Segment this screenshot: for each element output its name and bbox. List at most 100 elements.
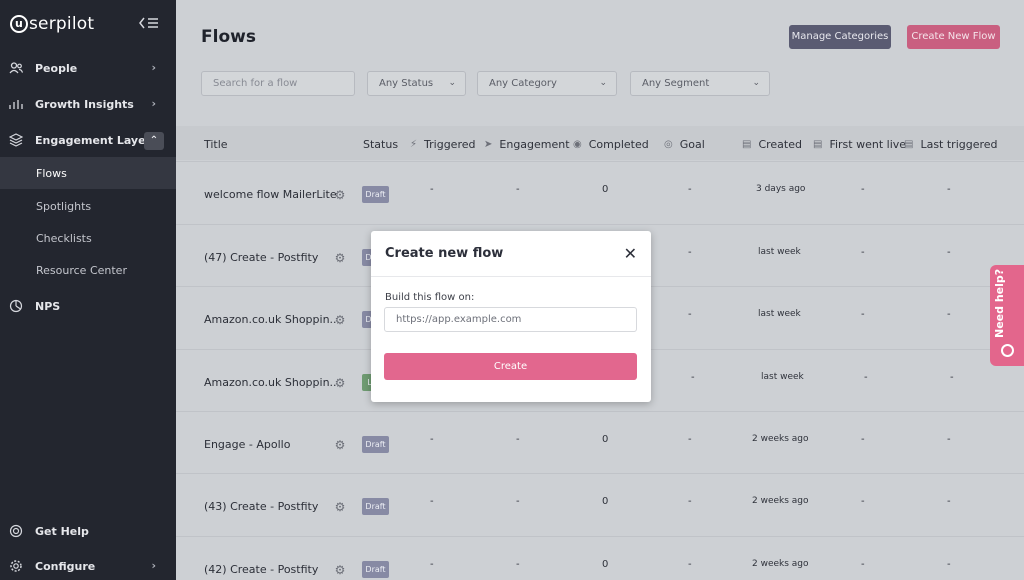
created-value: last week — [761, 372, 804, 382]
gear-icon[interactable]: ⚙ — [333, 313, 347, 327]
column-label: Created — [758, 138, 802, 151]
gear-icon[interactable]: ⚙ — [333, 376, 347, 390]
gear-icon[interactable]: ⚙ — [333, 438, 347, 452]
gear-icon[interactable]: ⚙ — [333, 500, 347, 514]
sidebar-item-label: Get Help — [35, 524, 89, 538]
flow-title[interactable]: (47) Create - Postfity — [204, 251, 318, 264]
calendar-icon: ▤ — [742, 139, 752, 150]
sidebar-item-nps[interactable]: NPS — [0, 289, 176, 323]
create-button[interactable]: Create — [384, 353, 637, 380]
calendar-icon: ▤ — [904, 139, 914, 150]
flow-title[interactable]: (43) Create - Postfity — [204, 500, 318, 513]
sidebar-item-get-help[interactable]: Get Help — [0, 514, 176, 548]
completed-value: 0 — [602, 434, 609, 445]
need-help-tab[interactable]: Need help? — [990, 265, 1024, 366]
target-icon: ◎ — [664, 139, 673, 150]
column-title[interactable]: Title — [204, 138, 228, 151]
create-new-flow-button[interactable]: Create New Flow — [907, 25, 1000, 49]
column-first-went-live[interactable]: ▤ First went live — [813, 138, 906, 151]
sidebar-item-flows[interactable]: Flows — [0, 157, 176, 189]
column-triggered[interactable]: ⚡ Triggered — [410, 138, 475, 151]
calendar-icon: ▤ — [813, 139, 823, 150]
last-triggered-value: - — [947, 434, 951, 445]
status-filter-value: Any Status — [379, 78, 434, 89]
last-triggered-value: - — [947, 496, 951, 507]
search-input[interactable]: Search for a flow — [201, 71, 355, 96]
status-filter-dropdown[interactable]: Any Status ⌄ — [367, 71, 466, 96]
page-title: Flows — [201, 27, 256, 47]
column-label: Triggered — [424, 138, 476, 151]
sidebar-item-label: People — [35, 61, 78, 75]
column-created[interactable]: ▤ Created — [742, 138, 802, 151]
sidebar-item-people[interactable]: People › — [0, 51, 176, 85]
flow-title[interactable]: Amazon.co.uk Shoppin... — [204, 313, 340, 326]
status-badge: Draft — [362, 498, 389, 515]
column-label: Goal — [679, 138, 705, 151]
sidebar-item-label: NPS — [35, 299, 61, 313]
table-row[interactable]: (42) Create - Postfity ⚙ Draft - - 0 - 2… — [176, 536, 1024, 580]
build-on-label: Build this flow on: — [385, 292, 475, 303]
userpilot-logo[interactable]: u serpilot — [10, 14, 94, 34]
triggered-value: - — [430, 496, 434, 507]
last-triggered-value: - — [950, 372, 954, 383]
people-icon — [8, 60, 24, 76]
gear-icon[interactable]: ⚙ — [333, 563, 347, 577]
sidebar-item-checklists[interactable]: Checklists — [0, 222, 176, 254]
created-value: 2 weeks ago — [752, 559, 809, 569]
completed-value: 0 — [602, 559, 609, 570]
completed-value: 0 — [602, 496, 609, 507]
flow-title[interactable]: welcome flow MailerLite — [204, 188, 337, 201]
close-icon[interactable]: ✕ — [624, 244, 637, 263]
sidebar-item-engagement-layer[interactable]: Engagement Layer ⌃ — [0, 123, 176, 157]
goal-value: - — [688, 309, 692, 320]
column-completed[interactable]: ◉ Completed — [573, 138, 649, 151]
collapse-sidebar-icon[interactable] — [138, 16, 162, 32]
sidebar: u serpilot People › Growth Insights › En… — [0, 0, 176, 580]
url-input[interactable]: https://app.example.com — [384, 307, 637, 332]
chevron-down-icon: ⌄ — [448, 78, 456, 88]
column-goal[interactable]: ◎ Goal — [664, 138, 705, 151]
manage-categories-button[interactable]: Manage Categories — [789, 25, 891, 49]
sidebar-item-resource-center[interactable]: Resource Center — [0, 254, 176, 286]
modal-title: Create new flow — [385, 246, 504, 261]
lifebuoy-icon — [8, 523, 24, 539]
engagement-value: - — [516, 559, 520, 570]
column-label: First went live — [829, 138, 907, 151]
triggered-value: - — [430, 184, 434, 195]
lightning-icon: ⚡ — [410, 139, 418, 150]
logo-text: serpilot — [29, 14, 95, 34]
gear-icon[interactable]: ⚙ — [333, 251, 347, 265]
column-label: Last triggered — [920, 138, 998, 151]
flow-title[interactable]: (42) Create - Postfity — [204, 563, 318, 576]
flow-title[interactable]: Amazon.co.uk Shoppin... — [204, 376, 340, 389]
chevron-right-icon: › — [151, 97, 156, 110]
chevron-down-icon: ⌄ — [752, 78, 760, 88]
column-last-triggered[interactable]: ▤ Last triggered — [904, 138, 998, 151]
column-status[interactable]: Status — [363, 138, 398, 151]
first-live-value: - — [864, 372, 868, 383]
table-row[interactable]: welcome flow MailerLite ⚙ Draft - - 0 - … — [176, 161, 1024, 223]
last-triggered-value: - — [947, 309, 951, 320]
sidebar-item-configure[interactable]: Configure › — [0, 549, 176, 580]
goal-value: - — [688, 434, 692, 445]
category-filter-dropdown[interactable]: Any Category ⌄ — [477, 71, 617, 96]
column-label: Completed — [588, 138, 649, 151]
chevron-right-icon: › — [151, 61, 156, 74]
completed-value: 0 — [602, 184, 609, 195]
sidebar-item-spotlights[interactable]: Spotlights — [0, 190, 176, 222]
create-flow-modal: Create new flow ✕ Build this flow on: ht… — [371, 231, 651, 402]
gear-icon[interactable]: ⚙ — [333, 188, 347, 202]
chevron-right-icon: › — [151, 559, 156, 572]
triggered-value: - — [430, 559, 434, 570]
table-row[interactable]: (43) Create - Postfity ⚙ Draft - - 0 - 2… — [176, 473, 1024, 535]
flow-title[interactable]: Engage - Apollo — [204, 438, 290, 451]
chevron-up-icon[interactable]: ⌃ — [144, 132, 164, 150]
first-live-value: - — [861, 496, 865, 507]
created-value: last week — [758, 309, 801, 319]
gear-icon — [8, 558, 24, 574]
sidebar-item-growth-insights[interactable]: Growth Insights › — [0, 87, 176, 121]
column-engagement[interactable]: ➤ Engagement — [484, 138, 570, 151]
segment-filter-dropdown[interactable]: Any Segment ⌄ — [630, 71, 770, 96]
table-row[interactable]: Engage - Apollo ⚙ Draft - - 0 - 2 weeks … — [176, 411, 1024, 473]
send-icon: ➤ — [484, 139, 493, 150]
